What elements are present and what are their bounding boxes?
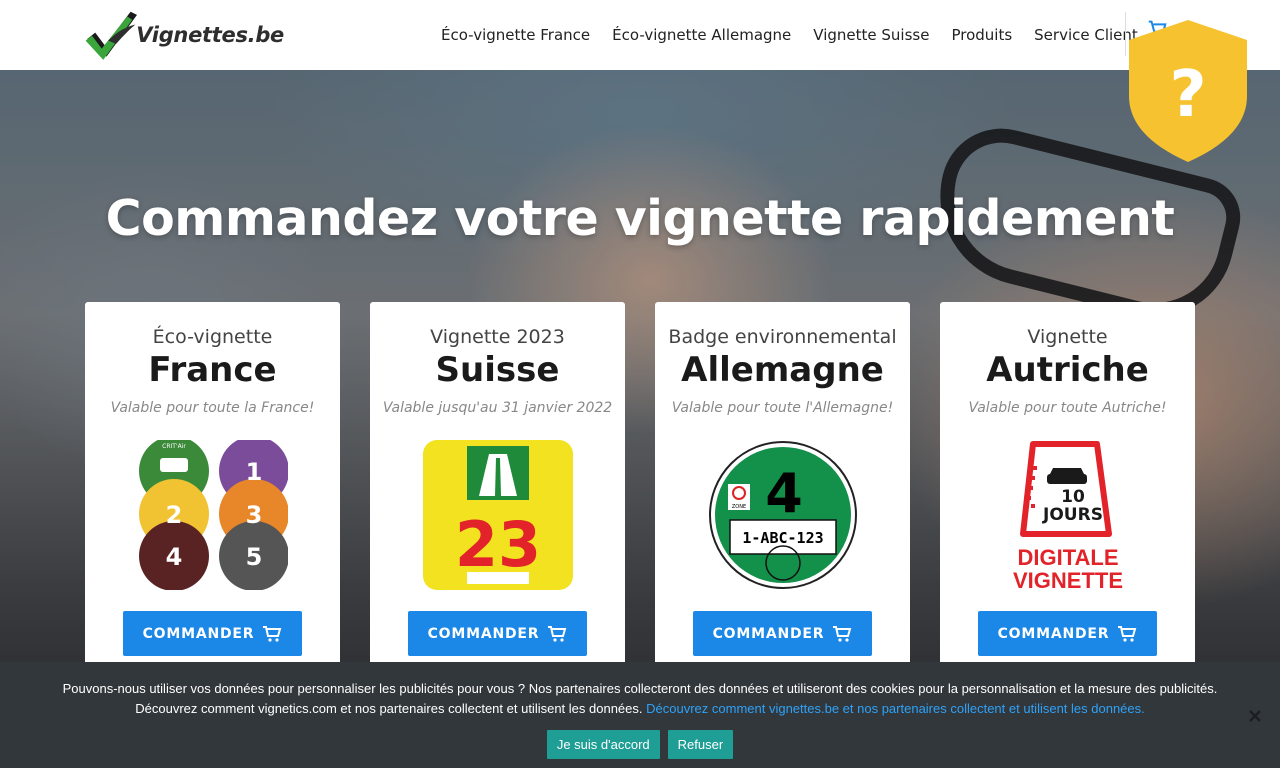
cookie-refuse-button[interactable]: Refuser [667,730,734,759]
critair-label-3: 3 [245,501,262,529]
cookie-banner: Pouvons-nous utiliser vos données pour p… [0,662,1280,768]
cart-icon [833,625,852,642]
order-button-label: COMMANDER [142,625,255,642]
card-title: France [148,350,277,390]
shield-symbol: ? [1169,58,1206,132]
card-validity: Valable pour toute l'Allemagne! [671,400,894,416]
card-title: Allemagne [681,350,884,390]
card-title: Suisse [435,350,560,390]
logo-text: Vignettes.be [136,23,284,47]
card-validity: Valable pour toute Autriche! [968,400,1167,416]
card-autriche: Vignette Autriche Valable pour toute Aut… [940,302,1195,682]
cookie-text-line2-main: Découvrez comment vignetics.com et nos p… [135,701,643,716]
checkmark-logo-icon [85,11,138,60]
critair-label-1: 1 [245,458,262,486]
logo[interactable]: Vignettes.be [84,2,284,68]
austrian-vignette-image: 10 JOURS DIGITALE VIGNETTE [1012,441,1123,590]
cookie-privacy-link[interactable]: Découvrez comment vignettes.be et nos pa… [646,701,1145,716]
cookie-buttons: Je suis d'accord Refuser [0,730,1280,759]
critair-label-title: CRIT'Air [162,443,186,450]
german-badge-image: ZONE 4 1-ABC-123 [708,441,857,589]
site-header: Vignettes.be Éco-vignette France Éco-vig… [0,0,1280,70]
austrian-caption-line1: DIGITALE [1017,545,1118,570]
card-allemagne: Badge environnemental Allemagne Valable … [655,302,910,682]
nav-produits[interactable]: Produits [951,26,1012,44]
close-icon[interactable] [1246,707,1264,725]
nav-eco-vignette-france[interactable]: Éco-vignette France [441,26,590,44]
order-button-suisse[interactable]: COMMANDER [408,611,587,656]
card-validity: Valable pour toute la France! [110,400,315,416]
austrian-days-line1: 10 [1061,487,1085,507]
order-button-label: COMMANDER [427,625,540,642]
cart-icon [548,625,567,642]
order-button-label: COMMANDER [997,625,1110,642]
german-badge-plate: 1-ABC-123 [742,529,823,547]
order-button-autriche[interactable]: COMMANDER [978,611,1157,656]
nav-service-client[interactable]: Service Client [1034,26,1138,44]
austrian-days-line2: JOURS [1042,505,1103,525]
card-subtitle: Badge environnemental [668,326,897,348]
card-subtitle: Vignette 2023 [430,326,565,348]
nav-eco-vignette-allemagne[interactable]: Éco-vignette Allemagne [612,26,791,44]
critair-label-4: 4 [165,543,182,571]
cart-icon [1118,625,1137,642]
nav-divider [1125,12,1126,56]
cookie-text-line2: Découvrez comment vignetics.com et nos p… [0,699,1280,719]
order-button-allemagne[interactable]: COMMANDER [693,611,872,656]
critair-stickers-image: 1 2 3 4 5 CRIT'Air [138,440,288,590]
critair-label-5: 5 [245,543,262,571]
cookie-text: Pouvons-nous utiliser vos données pour p… [0,679,1280,719]
card-france: Éco-vignette France Valable pour toute l… [85,302,340,682]
card-suisse: Vignette 2023 Suisse Valable jusqu'au 31… [370,302,625,682]
order-button-france[interactable]: COMMANDER [123,611,302,656]
card-title: Autriche [986,350,1149,390]
hero-title: Commandez votre vignette rapidement [105,190,1175,247]
swiss-vignette-image: 23 [422,440,573,590]
austrian-caption-line2: VIGNETTE [1012,568,1122,590]
shield-question-icon[interactable]: ? [1127,18,1249,164]
critair-label-2: 2 [165,501,182,529]
cookie-accept-button[interactable]: Je suis d'accord [546,730,660,759]
zone-sign-label: ZONE [731,504,745,510]
card-subtitle: Éco-vignette [152,326,273,348]
nav-vignette-suisse[interactable]: Vignette Suisse [813,26,929,44]
main-nav: Éco-vignette France Éco-vignette Allemag… [430,0,1149,70]
swiss-vignette-number: 23 [454,508,540,581]
german-badge-number: 4 [765,462,803,525]
cart-icon [263,625,282,642]
cookie-text-line1: Pouvons-nous utiliser vos données pour p… [62,681,1218,696]
order-button-label: COMMANDER [712,625,825,642]
card-subtitle: Vignette [1027,326,1108,348]
card-validity: Valable jusqu'au 31 janvier 2022 [382,400,613,416]
